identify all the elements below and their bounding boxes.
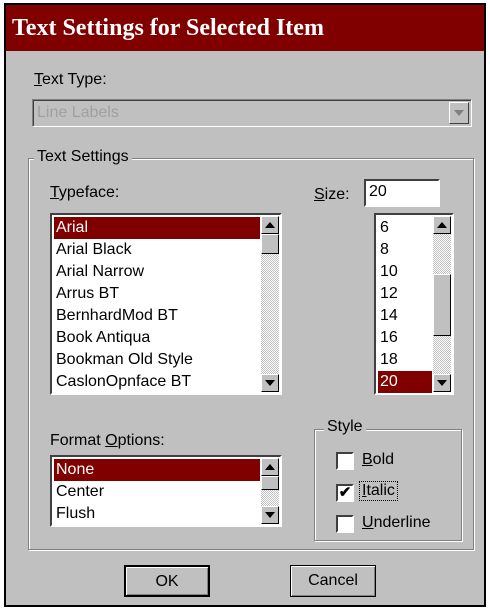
size-option-item[interactable]: 18 <box>378 349 432 371</box>
typeface-option-item[interactable]: Arial Black <box>54 239 260 261</box>
arrow-down-icon <box>265 380 275 386</box>
typeface-listbox[interactable]: Arial Arial Black Arial Narrow Arrus BT Bern… <box>50 213 282 395</box>
size-option-item[interactable]: 10 <box>378 261 432 283</box>
size-scroll-thumb[interactable] <box>433 274 451 336</box>
typeface-scroll-down-button[interactable] <box>261 374 279 392</box>
format-options-label: Format Options: <box>50 432 165 449</box>
text-type-label: Text Type: <box>34 71 107 88</box>
size-option-item[interactable]: 20 <box>378 371 432 393</box>
size-listbox[interactable]: 6 8 10 12 14 16 18 20 <box>374 213 454 395</box>
size-input[interactable]: 20 <box>364 179 440 207</box>
typeface-option-item[interactable]: Arial Narrow <box>54 261 260 283</box>
typeface-option-item[interactable]: CaslonOpnface BT <box>54 371 260 393</box>
size-list: 6 8 10 12 14 16 18 20 <box>378 217 432 393</box>
format-options-listbox[interactable]: None Center Flush <box>50 455 282 527</box>
typeface-list: Arial Arial Black Arial Narrow Arrus BT Bern… <box>54 217 260 393</box>
style-group-label: Style <box>324 418 366 436</box>
underline-label: Underline <box>362 514 431 531</box>
chevron-down-icon <box>454 110 464 116</box>
ok-button[interactable]: OK <box>124 565 210 597</box>
arrow-up-icon <box>265 222 275 228</box>
typeface-option-item[interactable]: Arial <box>54 217 260 239</box>
typeface-option-item[interactable]: BernhardMod BT <box>54 305 260 327</box>
typeface-scrollbar[interactable] <box>261 216 279 392</box>
format-option-item[interactable]: None <box>54 459 260 481</box>
cancel-button[interactable]: Cancel <box>290 565 376 597</box>
size-scrollbar[interactable] <box>433 216 451 392</box>
size-scroll-up-button[interactable] <box>433 216 451 234</box>
typeface-option-item[interactable]: Bookman Old Style <box>54 349 260 371</box>
text-type-combo[interactable]: Line Labels <box>32 99 472 127</box>
format-scrollbar[interactable] <box>261 458 279 524</box>
format-options-list: None Center Flush <box>54 459 260 525</box>
arrow-up-icon <box>265 464 275 470</box>
dialog-window: Text Settings for Selected Item Text Typ… <box>4 3 486 607</box>
underline-checkbox[interactable] <box>336 515 354 533</box>
format-scroll-down-button[interactable] <box>261 506 279 524</box>
text-settings-group-label: Text Settings <box>34 148 132 166</box>
format-scroll-thumb[interactable] <box>261 476 279 490</box>
typeface-option-item[interactable]: Book Antiqua <box>54 327 260 349</box>
bold-label: Bold <box>362 451 395 468</box>
arrow-down-icon <box>265 512 275 518</box>
typeface-scroll-up-button[interactable] <box>261 216 279 234</box>
text-type-dropdown-button[interactable] <box>449 102 469 124</box>
size-label: Size: <box>314 186 350 203</box>
size-scroll-down-button[interactable] <box>433 374 451 392</box>
italic-label: Italic <box>359 481 398 501</box>
size-option-item[interactable]: 8 <box>378 239 432 261</box>
size-option-item[interactable]: 14 <box>378 305 432 327</box>
format-option-item[interactable]: Flush <box>54 503 260 525</box>
dialog-title: Text Settings for Selected Item <box>6 5 484 51</box>
italic-checkbox[interactable]: ✔ <box>336 484 354 502</box>
typeface-label: Typeface: <box>50 184 120 201</box>
format-option-item[interactable]: Center <box>54 481 260 503</box>
typeface-option-item[interactable]: Arrus BT <box>54 283 260 305</box>
size-option-item[interactable]: 16 <box>378 327 432 349</box>
text-type-value: Line Labels <box>37 104 119 121</box>
checkmark-icon: ✔ <box>338 484 352 501</box>
arrow-down-icon <box>437 380 447 386</box>
size-option-item[interactable]: 6 <box>378 217 432 239</box>
typeface-scroll-thumb[interactable] <box>261 234 279 254</box>
bold-checkbox[interactable] <box>336 452 354 470</box>
arrow-up-icon <box>437 222 447 228</box>
size-option-item[interactable]: 12 <box>378 283 432 305</box>
format-scroll-up-button[interactable] <box>261 458 279 476</box>
